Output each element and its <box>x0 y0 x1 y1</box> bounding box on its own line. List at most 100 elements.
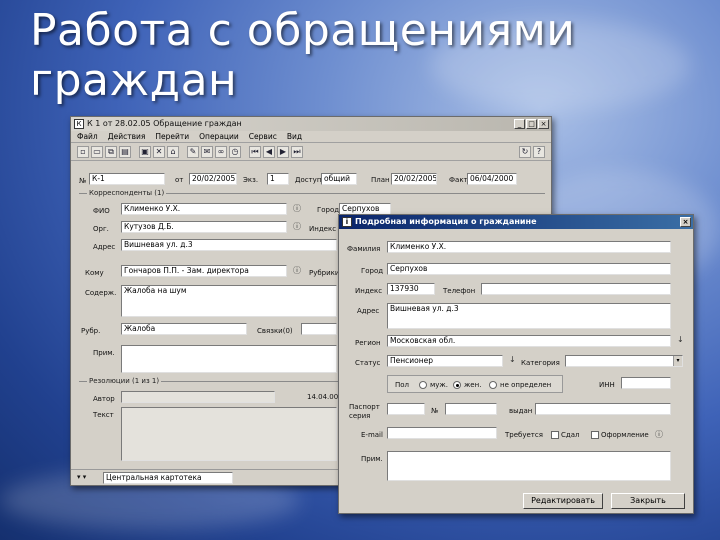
save-icon[interactable]: ▣ <box>139 145 151 158</box>
menu-operations[interactable]: Операции <box>199 131 239 142</box>
number-field[interactable]: К-1 <box>89 173 165 185</box>
text-label: Текст <box>93 411 114 419</box>
copy-icon[interactable]: ⧉ <box>105 145 117 158</box>
history-icon[interactable]: ◷ <box>229 145 241 158</box>
region-field[interactable]: Московская обл. <box>387 335 671 347</box>
first-icon[interactable]: ⏮ <box>249 145 261 158</box>
link-icon[interactable]: ∞ <box>215 145 227 158</box>
surname-label: Фамилия <box>347 245 381 253</box>
main-window-titlebar[interactable]: К К 1 от 28.02.05 Обращение граждан _ □ … <box>71 117 551 131</box>
menu-goto[interactable]: Перейти <box>155 131 189 142</box>
status-select[interactable]: Пенсионер <box>387 355 503 367</box>
close-button[interactable]: Закрыть <box>611 493 685 509</box>
open-icon[interactable]: ▭ <box>91 145 103 158</box>
author-field[interactable] <box>121 391 275 403</box>
fact-date-field[interactable]: 06/04/2000 <box>467 173 517 185</box>
fio-field[interactable]: Клименко У.Х. <box>121 203 287 215</box>
certify-checkbox[interactable] <box>591 431 599 439</box>
sex-female-radio[interactable] <box>453 381 461 389</box>
passport-series-field[interactable] <box>387 403 425 415</box>
close-button[interactable]: × <box>538 119 549 129</box>
slide-title-line-2: граждан <box>30 55 238 106</box>
edit-button[interactable]: Редактировать <box>523 493 603 509</box>
copies-field[interactable]: 1 <box>267 173 289 185</box>
city-label: Город <box>317 206 340 214</box>
address-label: Адрес <box>357 307 380 315</box>
phone-field[interactable] <box>481 283 671 295</box>
rubric-label: Рубрики <box>309 269 340 277</box>
status-label: Статус <box>355 359 381 367</box>
address-field[interactable]: Вишневая ул. д.3 <box>387 303 671 329</box>
minimize-button[interactable]: _ <box>514 119 525 129</box>
address-field[interactable]: Вишневая ул. д.3 <box>121 239 337 251</box>
next-icon[interactable]: ▶ <box>277 145 289 158</box>
attach-icon[interactable]: ⌂ <box>167 145 179 158</box>
last-icon[interactable]: ⏭ <box>291 145 303 158</box>
sex-undefined-radio[interactable] <box>489 381 497 389</box>
down-arrow-icon[interactable]: ↓ <box>677 335 684 344</box>
content-field[interactable]: Жалоба на шум <box>121 285 337 317</box>
note-field[interactable] <box>387 451 671 481</box>
category-dropdown-icon[interactable]: ▾ <box>673 356 682 366</box>
sex-undefined-label: не определен <box>500 381 552 389</box>
plan-date-field[interactable]: 20/02/2005 <box>391 173 437 185</box>
info-icon[interactable]: ⓘ <box>293 221 301 232</box>
links-field[interactable] <box>301 323 337 335</box>
passport-number-field[interactable] <box>445 403 497 415</box>
card-index-field[interactable]: Центральная картотека <box>103 472 233 484</box>
sex-male-radio[interactable] <box>419 381 427 389</box>
index-label: Индекс <box>355 287 383 295</box>
email-field[interactable] <box>387 427 497 439</box>
delete-icon[interactable]: ✕ <box>153 145 165 158</box>
toolbar-separator <box>133 146 137 158</box>
surname-field[interactable]: Клименко У.Х. <box>387 241 671 253</box>
issued-field[interactable] <box>535 403 671 415</box>
number-label: № <box>79 177 87 185</box>
rubric-field[interactable]: Жалоба <box>121 323 247 335</box>
info-icon[interactable]: ⓘ <box>293 265 301 276</box>
city-field[interactable]: Серпухов <box>387 263 671 275</box>
date-field[interactable]: 20/02/2005 <box>189 173 237 185</box>
addressee-field[interactable]: Гончаров П.П. - Зам. директора <box>121 265 287 277</box>
dialog-close-button[interactable]: × <box>680 217 691 227</box>
document-icon: К <box>74 119 84 129</box>
mail-icon[interactable]: ✉ <box>201 145 213 158</box>
toolbar-separator <box>243 146 247 158</box>
menu-file[interactable]: Файл <box>77 131 98 142</box>
fio-label: ФИО <box>93 207 110 215</box>
toolbar-separator <box>181 146 185 158</box>
resolutions-group: Резолюции (1 из 1) <box>79 377 339 385</box>
status-dropdown-icon[interactable]: ▾ ▾ <box>77 473 86 481</box>
access-select[interactable]: общий <box>321 173 357 185</box>
access-label: Доступ <box>295 176 322 184</box>
down-arrow-icon[interactable]: ↓ <box>509 355 516 364</box>
edit-icon[interactable]: ✎ <box>187 145 199 158</box>
sex-female-label: жен. <box>464 381 482 389</box>
links-label: Связки(0) <box>257 327 293 335</box>
menu-service[interactable]: Сервис <box>249 131 277 142</box>
maximize-button[interactable]: □ <box>526 119 537 129</box>
refresh-icon[interactable]: ↻ <box>519 145 531 158</box>
prev-icon[interactable]: ◀ <box>263 145 275 158</box>
menu-bar: Файл Действия Перейти Операции Сервис Ви… <box>71 131 551 143</box>
new-icon[interactable]: ▫ <box>77 145 89 158</box>
org-field[interactable]: Кутузов Д.Б. <box>121 221 287 233</box>
index-field[interactable]: 137930 <box>387 283 435 295</box>
print-icon[interactable]: ▤ <box>119 145 131 158</box>
main-window-title: К 1 от 28.02.05 Обращение граждан <box>87 119 242 128</box>
mail-checkbox[interactable] <box>551 431 559 439</box>
note-field[interactable] <box>121 345 337 373</box>
inn-field[interactable] <box>621 377 671 389</box>
correspondents-group-label[interactable]: Корреспонденты (1) <box>87 189 167 197</box>
phone-label: Телефон <box>443 287 476 295</box>
dialog-title: Подробная информация о гражданине <box>355 217 537 226</box>
info-icon[interactable]: ⓘ <box>293 203 301 214</box>
resolutions-group-label[interactable]: Резолюции (1 из 1) <box>87 377 162 385</box>
menu-view[interactable]: Вид <box>287 131 302 142</box>
menu-actions[interactable]: Действия <box>108 131 146 142</box>
category-select[interactable] <box>565 355 683 367</box>
help-icon[interactable]: ? <box>533 145 545 158</box>
resolution-text-field[interactable] <box>121 407 337 461</box>
dialog-titlebar[interactable]: i Подробная информация о гражданине × <box>339 215 693 229</box>
info-icon[interactable]: ⓘ <box>655 429 663 440</box>
